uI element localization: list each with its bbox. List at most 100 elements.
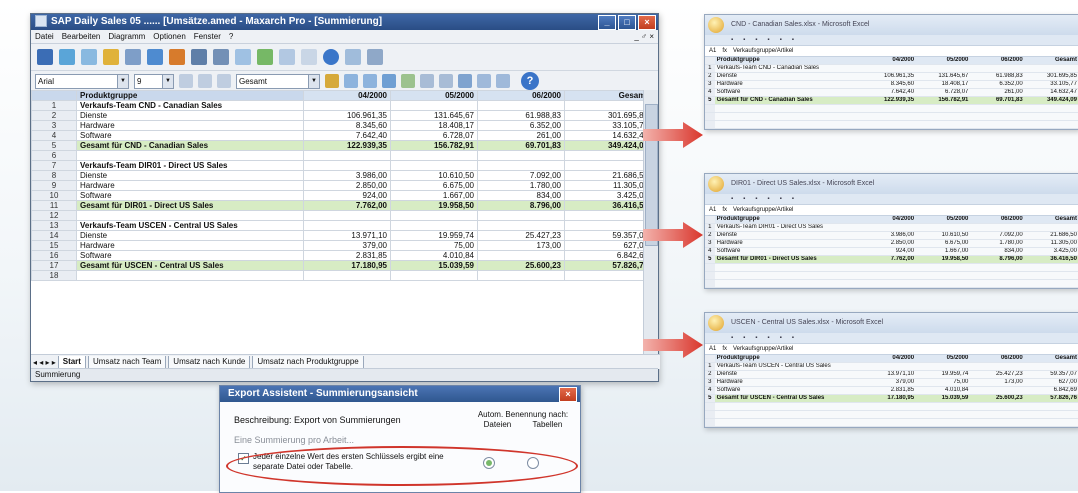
value-cell[interactable] bbox=[564, 270, 652, 281]
formula-input[interactable]: Verkaufsgruppe/Artikel bbox=[733, 46, 793, 56]
layout-icon[interactable] bbox=[301, 49, 317, 65]
ribbon-tab[interactable]: ▪ bbox=[743, 333, 745, 343]
name-box[interactable]: A1 bbox=[709, 344, 716, 354]
corner-cell[interactable] bbox=[31, 90, 77, 101]
close-button[interactable]: × bbox=[638, 15, 656, 30]
mini-header-cell[interactable]: Gesamt bbox=[1025, 355, 1078, 362]
mini-cell[interactable]: 261,00 bbox=[970, 89, 1024, 96]
mini-cell[interactable]: 69.701,83 bbox=[970, 97, 1024, 104]
value-cell[interactable] bbox=[477, 210, 565, 221]
mini-cell[interactable]: Gesamt für CND - Canadian Sales bbox=[715, 97, 862, 104]
folder-icon[interactable] bbox=[103, 49, 119, 65]
mini-row-number[interactable]: 1 bbox=[705, 65, 715, 72]
mini-row-number[interactable] bbox=[705, 419, 715, 426]
mini-cell[interactable]: 10.610,50 bbox=[916, 232, 970, 239]
mini-cell[interactable]: 57.826,76 bbox=[1025, 395, 1078, 402]
mini-cell[interactable]: Software bbox=[715, 387, 862, 394]
mini-cell[interactable]: 924,00 bbox=[862, 248, 916, 255]
mini-header-cell[interactable]: 06/2000 bbox=[970, 216, 1024, 223]
menu-datei[interactable]: Datei bbox=[35, 30, 54, 43]
view-select[interactable]: Gesamt ▼ bbox=[236, 73, 320, 89]
mini-row-number[interactable]: 5 bbox=[705, 97, 715, 104]
ribbon-tab[interactable]: ▪ bbox=[755, 194, 757, 204]
value-cell[interactable]: 122.939,35 bbox=[303, 140, 391, 151]
tab-nav-arrows[interactable]: ◂ ◂ ▸ ▸ bbox=[33, 358, 56, 367]
grid-icon[interactable] bbox=[420, 74, 434, 88]
table-row[interactable]: 16 Software 2.831,85 4.010,84 6.842,69 bbox=[31, 250, 652, 261]
value-cell[interactable]: 156.782,91 bbox=[390, 140, 478, 151]
menu-help[interactable]: ? bbox=[229, 30, 233, 43]
mini-cell[interactable]: 173,00 bbox=[970, 379, 1024, 386]
ribbon-tab[interactable]: ▪ bbox=[767, 194, 769, 204]
row-label[interactable]: Hardware bbox=[76, 180, 304, 191]
print-icon[interactable] bbox=[125, 49, 141, 65]
row-label[interactable] bbox=[76, 270, 304, 281]
table-row[interactable]: 4 Software 7.642,40 6.728,07 261,00 14.632,47 bbox=[31, 130, 652, 141]
row-number[interactable]: 16 bbox=[31, 250, 77, 261]
mini-header-cell[interactable]: 05/2000 bbox=[916, 216, 970, 223]
mini-cell[interactable]: 75,00 bbox=[916, 379, 970, 386]
value-cell[interactable]: 8.345,60 bbox=[303, 120, 391, 131]
value-cell[interactable]: 19.958,50 bbox=[390, 200, 478, 211]
value-cell[interactable] bbox=[477, 150, 565, 161]
mini-cell[interactable] bbox=[970, 65, 1024, 72]
mini-cell[interactable]: 21.686,50 bbox=[1025, 232, 1078, 239]
value-cell[interactable]: 3.986,00 bbox=[303, 170, 391, 181]
value-cell[interactable]: 59.357,07 bbox=[564, 230, 652, 241]
sort-desc-icon[interactable] bbox=[217, 74, 231, 88]
mini-cell[interactable]: 379,00 bbox=[862, 379, 916, 386]
mini-cell[interactable]: 11.305,00 bbox=[1025, 240, 1078, 247]
ribbon-tab[interactable]: ▪ bbox=[780, 35, 782, 45]
value-cell[interactable] bbox=[477, 100, 565, 111]
mini-cell[interactable]: Software bbox=[715, 248, 862, 255]
mini-cell[interactable]: Verkaufs-Team DIR01 - Direct US Sales bbox=[715, 224, 862, 231]
row-number[interactable]: 4 bbox=[31, 130, 77, 141]
mini-cell[interactable]: Hardware bbox=[715, 379, 862, 386]
value-cell[interactable]: 6.352,00 bbox=[477, 120, 565, 131]
row-number[interactable]: 13 bbox=[31, 220, 77, 231]
value-cell[interactable]: 3.425,00 bbox=[564, 190, 652, 201]
mini-cell[interactable]: 59.357,07 bbox=[1025, 371, 1078, 378]
mini-cell[interactable]: 1.780,00 bbox=[970, 240, 1024, 247]
chart-icon[interactable] bbox=[257, 49, 273, 65]
row-label[interactable]: Verkaufs-Team DIR01 - Direct US Sales bbox=[76, 160, 304, 171]
mini-cell[interactable]: Dienste bbox=[715, 232, 862, 239]
value-cell[interactable]: 7.642,40 bbox=[303, 130, 391, 141]
save-icon[interactable] bbox=[37, 49, 53, 65]
mini-row-number[interactable] bbox=[705, 272, 715, 279]
font-size-select[interactable]: 9 ▼ bbox=[134, 73, 174, 89]
value-cell[interactable]: 379,00 bbox=[303, 240, 391, 251]
help-icon[interactable]: ? bbox=[521, 72, 539, 90]
mini-row-number[interactable]: 4 bbox=[705, 387, 715, 394]
mini-cell[interactable]: 3.986,00 bbox=[862, 232, 916, 239]
mini-header-cell[interactable]: 05/2000 bbox=[916, 57, 970, 64]
copy-icon[interactable] bbox=[59, 49, 75, 65]
mini-cell[interactable]: 25.427,23 bbox=[970, 371, 1024, 378]
value-cell[interactable]: 69.701,83 bbox=[477, 140, 565, 151]
info-icon[interactable] bbox=[323, 49, 339, 65]
preview-icon[interactable] bbox=[147, 49, 163, 65]
formula-input[interactable]: Verkaufsgruppe/Artikel bbox=[733, 205, 793, 215]
mini-title-bar[interactable]: CND - Canadian Sales.xlsx - Microsoft Ex… bbox=[705, 15, 1078, 35]
value-cell[interactable] bbox=[303, 160, 391, 171]
mini-cell[interactable]: 15.039,59 bbox=[916, 395, 970, 402]
mini-cell[interactable]: 7.762,00 bbox=[862, 256, 916, 263]
sum-icon[interactable] bbox=[401, 74, 415, 88]
value-cell[interactable] bbox=[303, 220, 391, 231]
tab-umsatz-nach-team[interactable]: Umsatz nach Team bbox=[87, 355, 167, 369]
mini-header-cell[interactable]: Gesamt bbox=[1025, 216, 1078, 223]
row-label[interactable] bbox=[76, 210, 304, 221]
mini-cell[interactable] bbox=[916, 224, 970, 231]
value-cell[interactable]: 301.695,85 bbox=[564, 110, 652, 121]
row-label[interactable]: Dienste bbox=[76, 170, 304, 181]
table-row[interactable]: 14 Dienste 13.971,10 19.959,74 25.427,23 59.3… bbox=[31, 230, 652, 241]
column-header-04-2000[interactable]: 04/2000 bbox=[303, 90, 391, 101]
mini-header-cell[interactable]: Produktgruppe bbox=[715, 57, 862, 64]
value-cell[interactable]: 75,00 bbox=[390, 240, 478, 251]
mini-row-number[interactable] bbox=[705, 113, 715, 120]
value-cell[interactable]: 19.959,74 bbox=[390, 230, 478, 241]
mini-cell[interactable]: 14.632,47 bbox=[1025, 89, 1078, 96]
mini-cell[interactable]: 33.105,77 bbox=[1025, 81, 1078, 88]
mini-row-number[interactable] bbox=[705, 105, 715, 112]
table-row[interactable]: 6 bbox=[31, 150, 652, 161]
